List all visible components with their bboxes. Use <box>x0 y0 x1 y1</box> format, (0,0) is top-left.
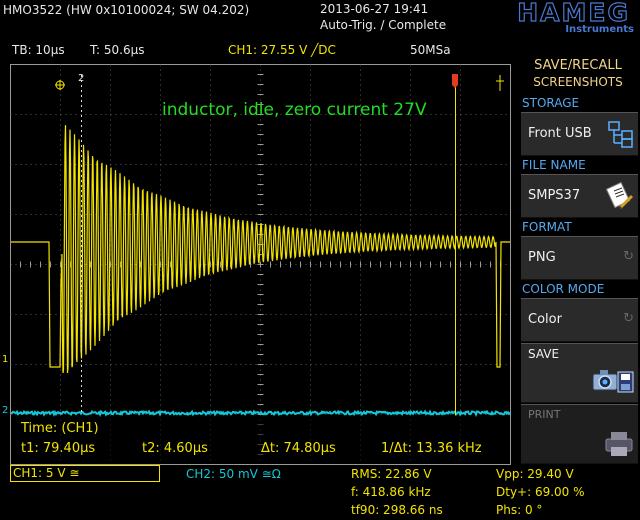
format-value: PNG <box>528 250 556 265</box>
colormode-label: COLOR MODE <box>522 282 605 296</box>
brand-logo: HAMEG Instruments <box>480 0 640 40</box>
print-button[interactable]: PRINT <box>521 404 638 464</box>
filename-label: FILE NAME <box>522 158 586 172</box>
format-label: FORMAT <box>522 220 572 234</box>
usb-storage-icon <box>608 121 634 153</box>
trace-end-marker-icon <box>496 75 504 91</box>
save-label: SAVE <box>528 347 560 361</box>
colormode-button[interactable]: Color ↻ <box>521 298 638 342</box>
format-button[interactable]: PNG ↻ <box>521 236 638 280</box>
cursor-panel: Time: (CH1) t1: 79.40µs t2: 4.60µs Δt: 7… <box>11 419 510 463</box>
ch1-trace <box>11 125 510 374</box>
ch2-ground-marker[interactable]: 2 <box>2 404 8 418</box>
brand-subtitle: Instruments <box>565 24 634 35</box>
storage-button[interactable]: Front USB <box>521 112 638 156</box>
meas-rms: RMS: 22.86 V <box>351 467 432 481</box>
ch1-scale-box[interactable]: CH1: 5 V ≅ <box>10 465 160 482</box>
menu-title-line2: SCREENSHOTS <box>533 75 623 89</box>
cursor-inverse-delta-t: 1/Δt: 13.36 kHz <box>381 441 482 456</box>
cursor-t1: t1: 79.40µs <box>21 441 96 456</box>
colormode-value: Color <box>528 312 562 327</box>
meas-duty: Dty+: 69.00 % <box>496 485 585 499</box>
brand-name: HAMEG <box>517 0 630 28</box>
meas-vpp: Vpp: 29.40 V <box>496 467 574 481</box>
filename-value: SMPS37 <box>528 188 581 203</box>
storage-label: STORAGE <box>522 96 580 110</box>
cursor-delta-t: Δt: 74.80µs <box>261 441 336 456</box>
trace-start-marker-icon <box>55 80 65 90</box>
cursor-2-label: 2 <box>78 73 85 84</box>
cycle-icon: ↻ <box>623 311 634 326</box>
printer-icon <box>604 429 634 461</box>
cycle-icon: ↻ <box>623 249 634 264</box>
menu-title: SAVE/RECALL SCREENSHOTS <box>518 58 638 90</box>
print-label: PRINT <box>528 408 561 421</box>
cursor-t2: t2: 4.60µs <box>142 441 208 456</box>
cursor-panel-title: Time: (CH1) <box>21 421 99 436</box>
file-edit-icon <box>605 181 634 216</box>
datetime: 2013-06-27 19:41 <box>320 2 429 16</box>
trigger-status: Auto-Trig. / Complete <box>320 18 447 32</box>
ch2-scale[interactable]: CH2: 50 mV ≅Ω <box>186 467 281 481</box>
meas-phase: Phs: 0 ° <box>496 503 543 517</box>
save-button[interactable]: SAVE <box>521 343 638 403</box>
trigger-marker-icon <box>452 74 458 88</box>
ch1-ground-marker[interactable]: 1 <box>2 353 8 367</box>
device-model: HMO3522 (HW 0x10100024; SW 04.202) <box>3 3 250 17</box>
meas-fall-time: tf90: 298.66 ns <box>351 503 443 517</box>
menu-title-line1: SAVE/RECALL <box>534 58 622 73</box>
meas-frequency: f: 418.86 kHz <box>351 485 431 499</box>
annotation-text: inductor, idle, zero current 27V <box>162 100 427 120</box>
storage-value: Front USB <box>528 126 592 141</box>
filename-button[interactable]: SMPS37 <box>521 174 638 218</box>
camera-save-icon <box>592 366 634 400</box>
